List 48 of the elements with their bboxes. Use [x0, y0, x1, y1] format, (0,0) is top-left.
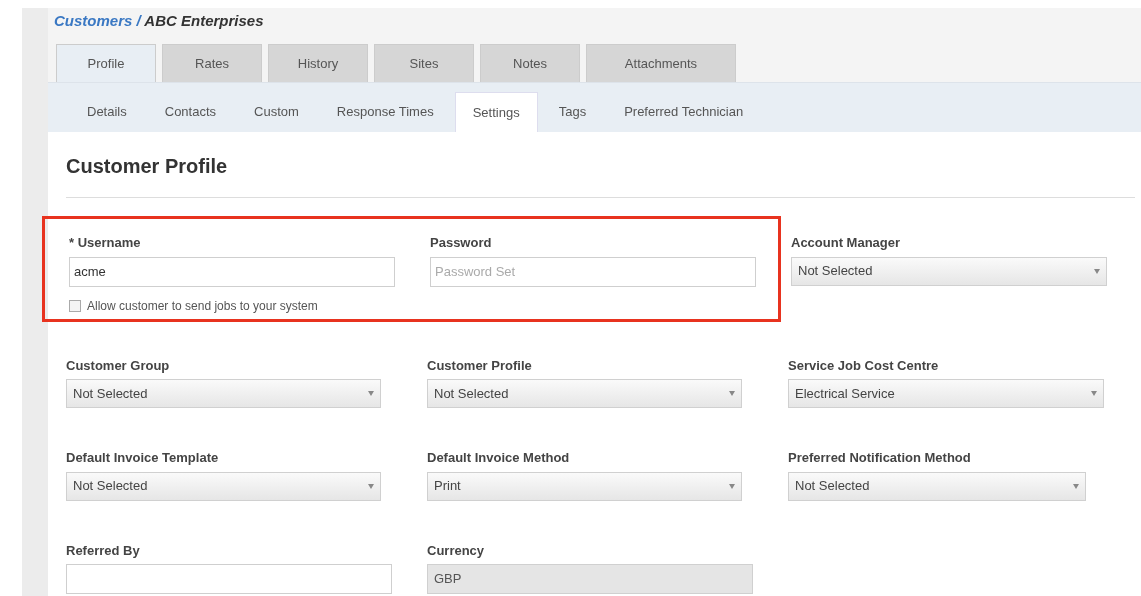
field-label: Service Job Cost Centre [788, 356, 940, 375]
tab[interactable]: Rates [162, 44, 262, 82]
field-label: Referred By [66, 541, 141, 560]
field-label: Preferred Notification Method [788, 449, 972, 467]
caret-icon [1073, 483, 1079, 489]
tab[interactable]: Sites [374, 44, 474, 82]
caret-icon [368, 483, 374, 489]
caret-icon [1091, 391, 1097, 396]
subtab[interactable]: Tags [541, 92, 604, 132]
field-label: * Username [69, 234, 142, 252]
select-field[interactable]: Not Selected [66, 379, 381, 408]
select-field[interactable]: Not Selected [788, 471, 1086, 501]
field-label: Default Invoice Template [66, 449, 220, 467]
readonly-field: GBP [427, 564, 753, 594]
breadcrumb-current: ABC Enterprises [144, 12, 264, 29]
tab[interactable]: Attachments [586, 44, 736, 82]
subtab[interactable]: Contacts [147, 92, 234, 132]
field-label: Password [430, 234, 493, 252]
select-field[interactable]: Not Selected [427, 379, 742, 408]
text-field[interactable]: Password Set [430, 256, 756, 287]
field-label: Default Invoice Method [427, 449, 571, 467]
caret-icon [729, 483, 735, 489]
field-label: Customer Group [66, 356, 171, 375]
field-label: Customer Profile [427, 356, 533, 375]
subtab[interactable]: Settings [454, 92, 538, 132]
checkbox[interactable] [69, 299, 81, 312]
subtab[interactable]: Preferred Technician [607, 92, 761, 132]
select-field[interactable]: Print [427, 471, 742, 501]
breadcrumb-separator: / [135, 12, 143, 29]
text-field[interactable] [66, 564, 392, 594]
tab[interactable]: Profile [56, 44, 156, 82]
tab[interactable]: History [268, 44, 368, 82]
field-label: Account Manager [791, 234, 902, 252]
caret-icon [368, 391, 374, 396]
select-field[interactable]: Not Selected [66, 471, 381, 501]
subtab[interactable]: Response Times [319, 92, 451, 132]
subtab[interactable]: Details [70, 92, 144, 132]
checkbox-label: Allow customer to send jobs to your system [87, 297, 318, 315]
caret-icon [729, 391, 735, 396]
field-label: Currency [427, 541, 486, 560]
caret-icon [1094, 268, 1100, 274]
select-field[interactable]: Electrical Service [788, 379, 1104, 408]
tab[interactable]: Notes [480, 44, 580, 82]
text-field[interactable]: acme [69, 256, 395, 287]
breadcrumb-link[interactable]: Customers [54, 12, 133, 29]
section-heading: Customer Profile [66, 153, 228, 179]
select-field[interactable]: Not Selected [791, 256, 1107, 286]
subtab[interactable]: Custom [237, 92, 316, 132]
